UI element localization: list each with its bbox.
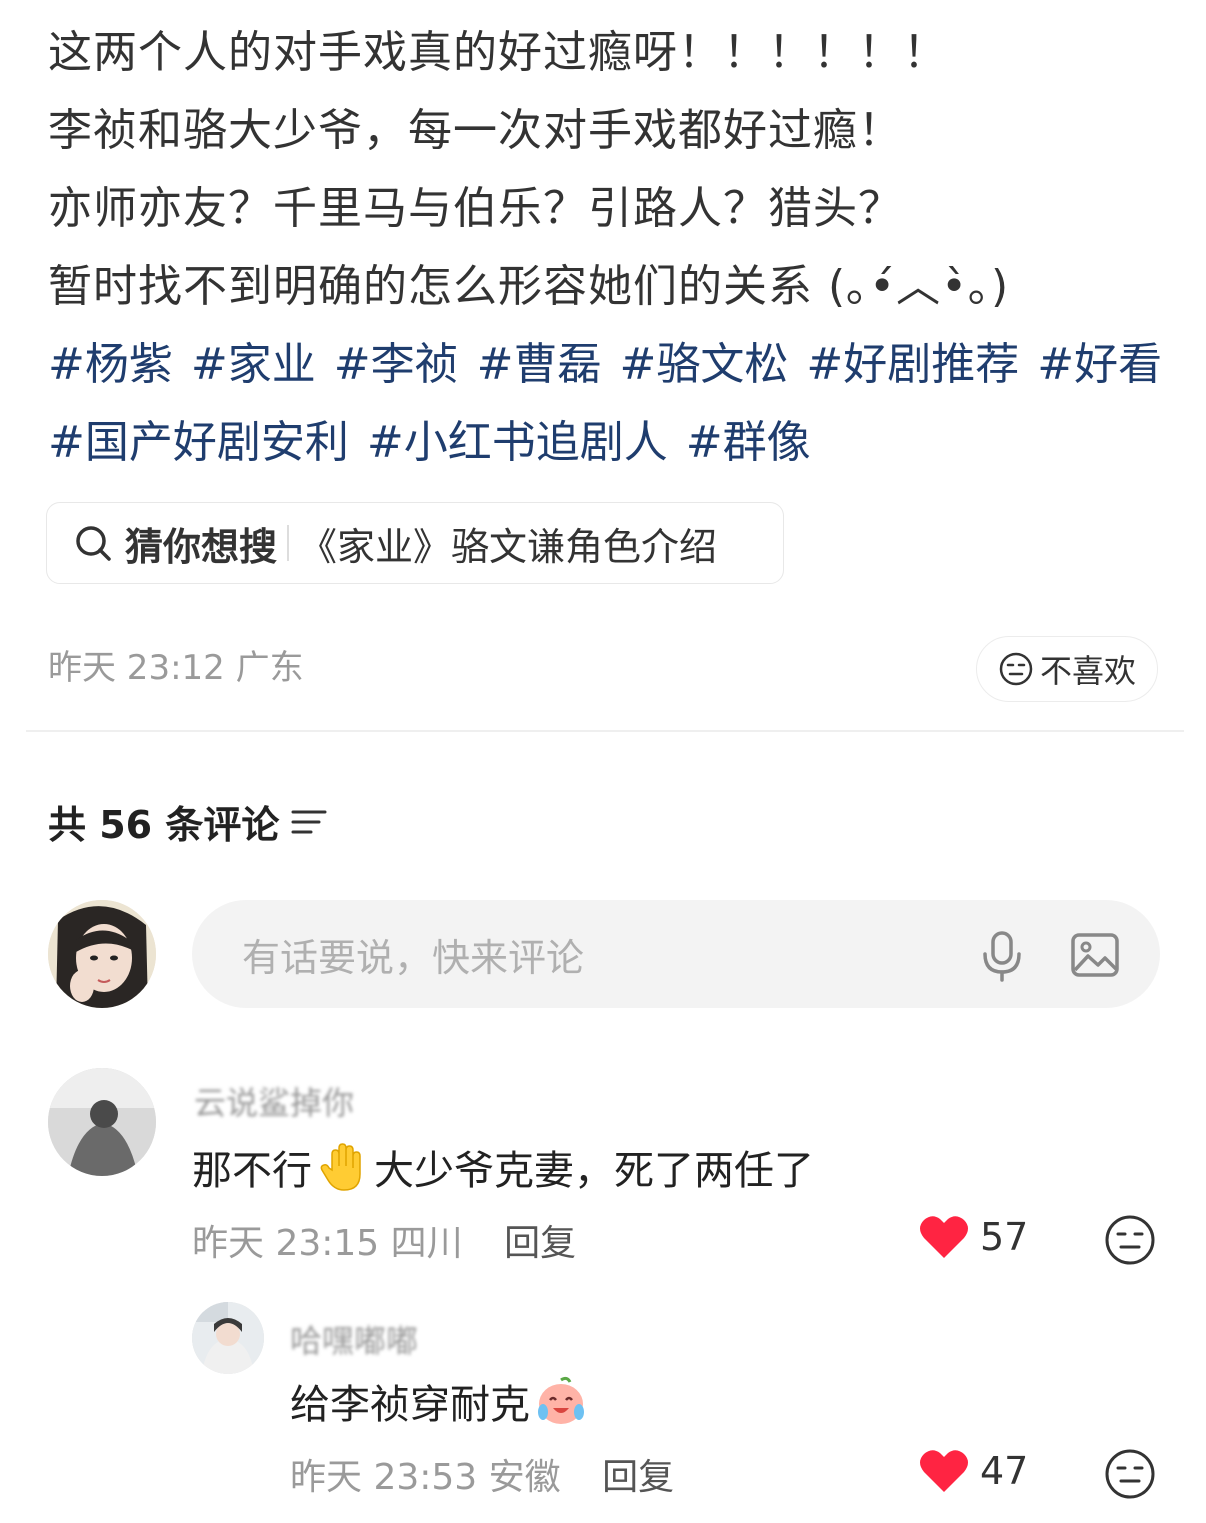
dislike-comment-icon[interactable]	[1104, 1214, 1156, 1266]
post-text-line: 亦师亦友？千里马与伯乐？引路人？猎头？	[48, 183, 903, 234]
my-avatar	[48, 900, 156, 1008]
post-meta: 昨天 23:12 广东	[48, 648, 304, 688]
comment-text-part: 那不行	[192, 1148, 312, 1194]
hashtag-link[interactable]: #好剧推荐	[806, 339, 1019, 390]
chip-divider	[287, 525, 290, 561]
comment-text-part: 给李祯穿耐克	[290, 1382, 530, 1428]
post-text-line: 暂时找不到明确的怎么形容她们的关系 (｡•́︿•̀｡)	[48, 261, 1010, 312]
hashtag-link[interactable]: #群像	[686, 417, 811, 468]
dislike-button[interactable]: 不喜欢	[976, 636, 1158, 702]
search-icon	[76, 526, 111, 561]
raised-hand-emoji	[320, 1143, 361, 1191]
hashtag-link[interactable]: #国产好剧安利	[48, 417, 349, 468]
comment-location: 四川	[390, 1223, 463, 1264]
comment-text: 那不行 大少爷克妻，死了两任了	[192, 1138, 814, 1196]
meh-face-icon	[999, 652, 1033, 686]
search-suggestion-query: 《家业》骆文谦角色介绍	[299, 524, 718, 569]
section-divider	[26, 730, 1184, 732]
comment-meta: 昨天 23:53 安徽 回复	[290, 1448, 674, 1500]
microphone-icon[interactable]	[978, 930, 1026, 982]
heart-filled-icon	[920, 1450, 968, 1492]
crying-laughing-emoji	[538, 1376, 584, 1424]
comment-meta: 昨天 23:15 四川 回复	[192, 1214, 576, 1266]
like-button[interactable]: 47	[918, 1448, 1028, 1494]
reply-button[interactable]: 回复	[504, 1223, 576, 1264]
post-text-line: 李祯和骆大少爷，每一次对手戏都好过瘾！	[48, 105, 903, 156]
comment-time: 昨天 23:53	[290, 1457, 478, 1498]
comments-count: 共 56 条评论	[48, 803, 280, 847]
hashtag-link[interactable]: #家业	[191, 339, 316, 390]
hashtag-link[interactable]: #曹磊	[477, 339, 602, 390]
search-suggestion-chip[interactable]: 猜你想搜 《家业》骆文谦角色介绍	[46, 502, 784, 584]
dislike-label: 不喜欢	[1039, 652, 1136, 690]
image-icon[interactable]	[1070, 932, 1120, 978]
hashtag-link[interactable]: #杨紫	[48, 339, 173, 390]
reply-button[interactable]: 回复	[602, 1457, 674, 1498]
comment-text-part: 大少爷克妻，死了两任了	[374, 1148, 814, 1194]
hashtag-row: #杨紫 #家业 #李祯 #曹磊 #骆文松 #好剧推荐 #好看	[48, 326, 1168, 404]
sort-icon[interactable]	[291, 806, 327, 838]
comment-input[interactable]: 有话要说，快来评论	[192, 900, 1160, 1008]
post-text-line: 这两个人的对手戏真的好过瘾呀！！！！！！	[48, 27, 948, 78]
comment-input-placeholder: 有话要说，快来评论	[242, 935, 585, 980]
hashtag-link[interactable]: #李祯	[334, 339, 459, 390]
commenter-avatar[interactable]	[192, 1302, 264, 1374]
hashtag-link[interactable]: #好看	[1037, 339, 1162, 390]
like-count: 57	[980, 1215, 1029, 1259]
post-body: 这两个人的对手戏真的好过瘾呀！！！！！！ 李祯和骆大少爷，每一次对手戏都好过瘾！…	[48, 14, 1168, 482]
hashtag-row: #国产好剧安利 #小红书追剧人 #群像	[48, 404, 1168, 482]
commenter-username[interactable]: 云说鲨掉你	[194, 1078, 354, 1124]
dislike-comment-icon[interactable]	[1104, 1448, 1156, 1500]
comment-text: 给李祯穿耐克	[290, 1372, 592, 1430]
search-suggestion-label: 猜你想搜	[125, 524, 278, 569]
comment-location: 安徽	[488, 1457, 561, 1498]
like-button[interactable]: 57	[918, 1214, 1028, 1260]
commenter-avatar[interactable]	[48, 1068, 156, 1176]
like-count: 47	[980, 1449, 1029, 1493]
comment-time: 昨天 23:15	[192, 1223, 380, 1264]
heart-filled-icon	[920, 1216, 968, 1258]
hashtag-link[interactable]: #小红书追剧人	[367, 417, 668, 468]
comments-header: 共 56 条评论	[48, 794, 327, 849]
hashtag-link[interactable]: #骆文松	[620, 339, 789, 390]
commenter-username[interactable]: 哈嘿嘟嘟	[290, 1316, 418, 1362]
